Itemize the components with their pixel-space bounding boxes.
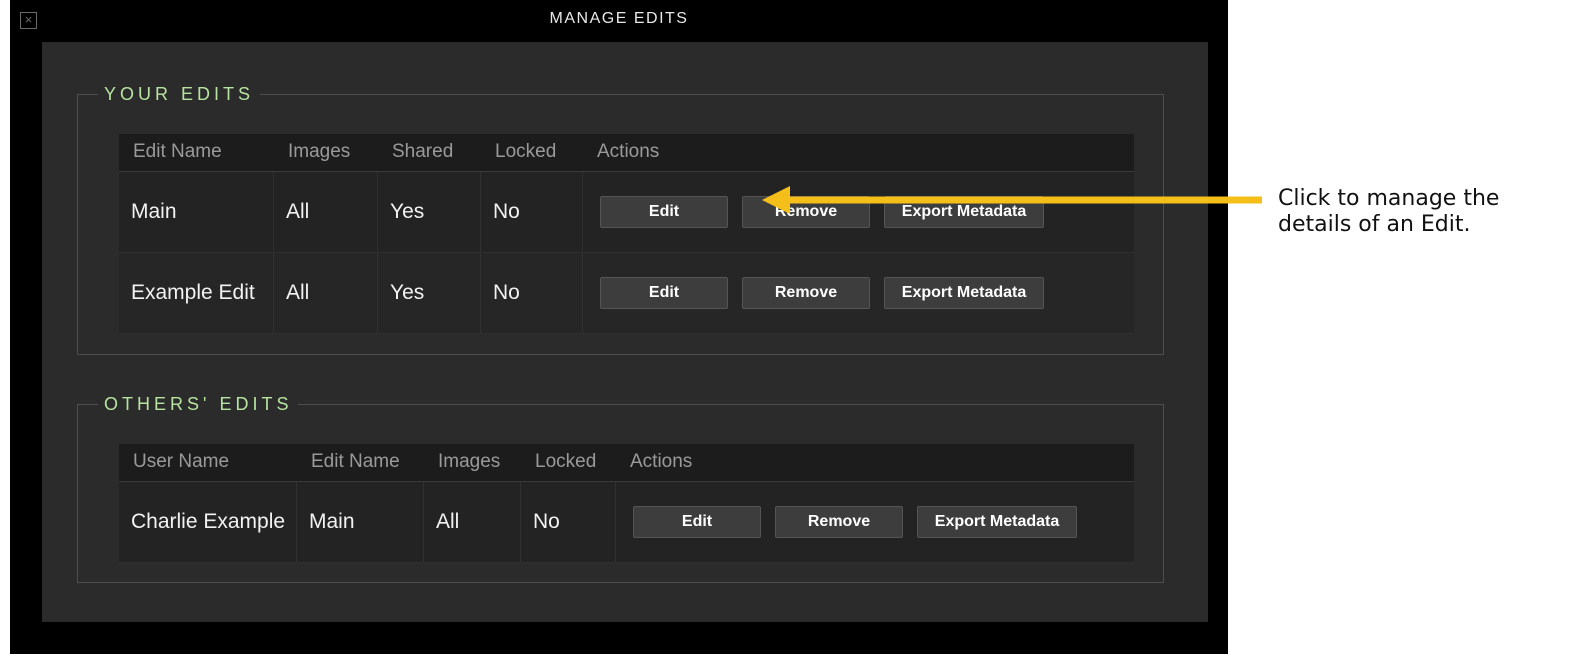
callout-line-2: details of an Edit. (1278, 212, 1471, 237)
callout-line-1: Click to manage the (1278, 186, 1500, 211)
annotation-arrow-icon (762, 186, 1262, 214)
annotation-callout: Click to manage the details of an Edit. (1278, 186, 1568, 238)
